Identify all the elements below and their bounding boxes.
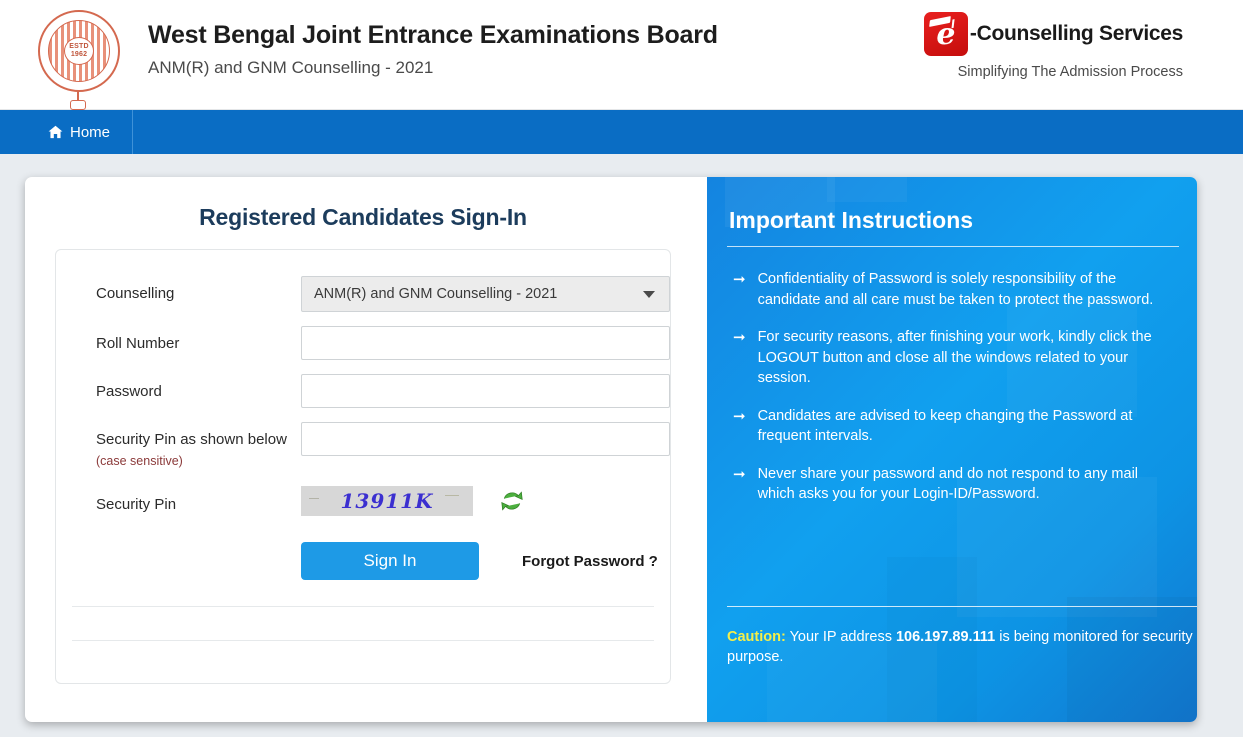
counselling-selected-value: ANM(R) and GNM Counselling - 2021 bbox=[314, 286, 558, 302]
instruction-text: Candidates are advised to keep changing … bbox=[757, 407, 1133, 445]
password-input[interactable] bbox=[301, 374, 670, 408]
page-header: ESTD 1962 West Bengal Joint Entrance Exa… bbox=[0, 0, 1243, 110]
signin-pane: Registered Candidates Sign-In Counsellin… bbox=[25, 177, 707, 722]
counselling-select[interactable]: ANM(R) and GNM Counselling - 2021 bbox=[301, 276, 670, 312]
caution-before-ip: Your IP address bbox=[785, 629, 896, 645]
case-sensitive-note: (case sensitive) bbox=[96, 454, 183, 468]
ecounselling-tagline: Simplifying The Admission Process bbox=[957, 64, 1183, 80]
ip-address-value: 106.197.89.111 bbox=[895, 629, 996, 645]
wbjee-emblem-icon: ESTD 1962 bbox=[32, 8, 124, 110]
emblem-foot bbox=[70, 100, 86, 110]
home-icon bbox=[48, 125, 63, 139]
forgot-password-link[interactable]: Forgot Password ? bbox=[522, 553, 658, 570]
caution-block: Caution: Your IP address 106.197.89.111 … bbox=[727, 606, 1197, 667]
chevron-down-icon bbox=[643, 290, 655, 298]
ecounselling-row: e -Counselling Services bbox=[923, 12, 1183, 56]
row-counselling: Counselling ANM(R) and GNM Counselling -… bbox=[56, 276, 670, 312]
security-pin-label-text: Security Pin as shown below bbox=[96, 431, 287, 448]
instructions-pane: Important Instructions ➞ Confidentiality… bbox=[707, 177, 1197, 722]
page-subtitle: ANM(R) and GNM Counselling - 2021 bbox=[148, 58, 434, 77]
instruction-item: ➞ Confidentiality of Password is solely … bbox=[727, 269, 1179, 310]
graduation-cap-e-icon: e bbox=[923, 12, 968, 56]
instruction-text: Confidentiality of Password is solely re… bbox=[757, 271, 1154, 308]
ecounselling-brand: e -Counselling Services Simplifying The … bbox=[923, 12, 1183, 80]
signin-heading: Registered Candidates Sign-In bbox=[199, 204, 527, 230]
instruction-item: ➞ For security reasons, after finishing … bbox=[727, 327, 1179, 389]
arrow-right-icon: ➞ bbox=[733, 407, 746, 425]
arrow-right-icon: ➞ bbox=[733, 271, 746, 288]
form-divider-2 bbox=[72, 640, 654, 641]
captcha-text: 13911K bbox=[340, 489, 434, 513]
password-label: Password bbox=[96, 383, 162, 400]
row-captcha: Security Pin 13911K bbox=[56, 486, 670, 516]
instructions-title-rule bbox=[727, 246, 1179, 247]
arrow-right-icon: ➞ bbox=[733, 329, 746, 346]
deco-block bbox=[827, 177, 907, 202]
row-roll-number: Roll Number bbox=[56, 326, 670, 360]
instruction-text: Never share your password and do not res… bbox=[757, 465, 1139, 503]
nav-item-home-label: Home bbox=[70, 123, 111, 141]
signin-actions: Sign In Forgot Password ? bbox=[56, 542, 670, 580]
security-pin-input[interactable] bbox=[301, 422, 670, 456]
emblem-ring-text bbox=[38, 10, 120, 92]
ecounselling-name: -Counselling Services bbox=[969, 22, 1183, 45]
brand-block: ESTD 1962 West Bengal Joint Entrance Exa… bbox=[0, 0, 718, 110]
roll-number-label: Roll Number bbox=[96, 335, 180, 352]
signin-form: Counselling ANM(R) and GNM Counselling -… bbox=[55, 249, 671, 684]
nav-item-home[interactable]: Home bbox=[48, 110, 134, 154]
row-password: Password bbox=[56, 374, 670, 408]
row-security-pin-input: Security Pin as shown below (case sensit… bbox=[56, 422, 670, 472]
instruction-item: ➞ Never share your password and do not r… bbox=[727, 464, 1179, 505]
caution-word: Caution: bbox=[727, 629, 786, 645]
refresh-captcha-icon[interactable] bbox=[497, 486, 527, 516]
sign-in-button[interactable]: Sign In bbox=[301, 542, 479, 580]
main-navbar: Home bbox=[0, 110, 1243, 154]
page-title: West Bengal Joint Entrance Examinations … bbox=[148, 21, 718, 49]
main-card: Registered Candidates Sign-In Counsellin… bbox=[25, 177, 1197, 722]
instruction-text: For security reasons, after finishing yo… bbox=[757, 329, 1152, 386]
captcha-label: Security Pin bbox=[96, 496, 177, 513]
arrow-right-icon: ➞ bbox=[733, 465, 746, 483]
caution-rule bbox=[727, 606, 1197, 607]
title-wrap: West Bengal Joint Entrance Examinations … bbox=[148, 8, 718, 80]
counselling-label: Counselling bbox=[96, 285, 175, 302]
instruction-item: ➞ Candidates are advised to keep changin… bbox=[727, 406, 1179, 447]
roll-number-input[interactable] bbox=[301, 326, 670, 360]
caution-text: Caution: Your IP address 106.197.89.111 … bbox=[727, 627, 1197, 667]
form-divider-1 bbox=[72, 606, 654, 607]
security-pin-input-label: Security Pin as shown below (case sensit… bbox=[96, 422, 301, 472]
instructions-title: Important Instructions bbox=[729, 207, 974, 233]
captcha-image: 13911K bbox=[301, 486, 473, 516]
